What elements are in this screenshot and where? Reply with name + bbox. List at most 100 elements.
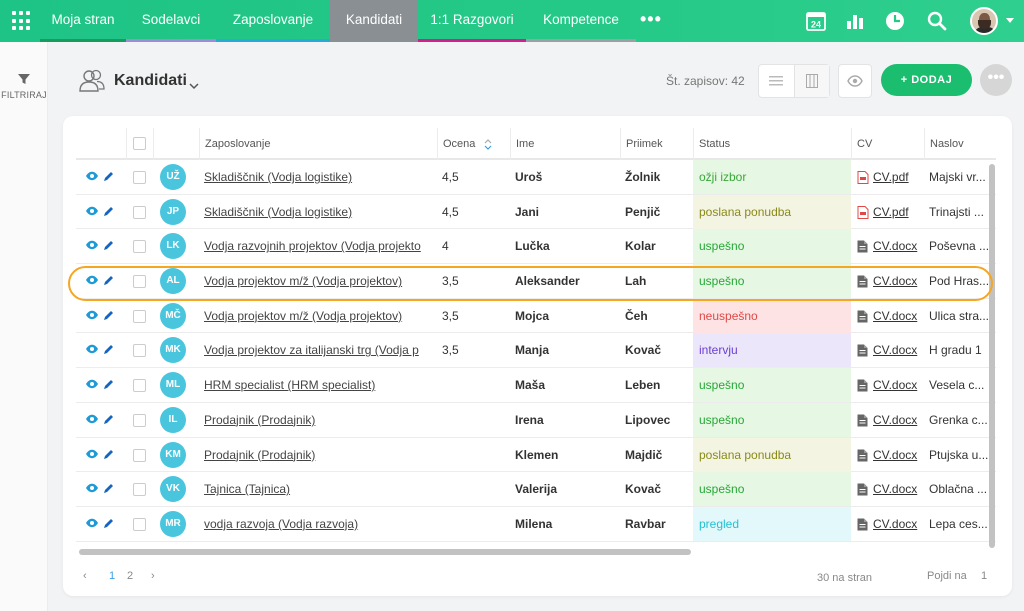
job-link[interactable]: HRM specialist (HRM specialist) (204, 378, 375, 392)
select-all-checkbox[interactable] (133, 137, 146, 150)
per-page-select[interactable]: 30 na stran (817, 572, 872, 584)
status-badge[interactable]: poslana ponudba (693, 437, 851, 472)
next-page-button[interactable]: › (151, 570, 155, 582)
eye-icon[interactable] (85, 483, 99, 493)
table-row[interactable]: VK Tajnica (Tajnica) Valerija Kovač uspešno C… (76, 472, 996, 507)
edit-icon[interactable] (103, 344, 114, 355)
visibility-button[interactable] (838, 64, 872, 98)
job-link[interactable]: Prodajnik (Prodajnik) (204, 448, 315, 462)
eye-icon[interactable] (85, 206, 99, 216)
edit-icon[interactable] (103, 483, 114, 494)
column-header-address[interactable]: Naslov (924, 128, 996, 160)
cv-link[interactable]: CV.docx (851, 299, 924, 333)
edit-icon[interactable] (103, 414, 114, 425)
cv-link[interactable]: CV.docx (851, 229, 924, 263)
edit-icon[interactable] (103, 379, 114, 390)
row-checkbox[interactable] (133, 379, 146, 393)
bar-chart-icon[interactable] (844, 10, 866, 32)
job-link[interactable]: Vodja projektov za italijanski trg (Vodj… (204, 343, 419, 357)
page-1-button[interactable]: 1 (109, 570, 115, 582)
row-checkbox[interactable] (133, 240, 146, 254)
table-row[interactable]: JP Skladiščnik (Vodja logistike) 4,5 Jani Pe… (76, 194, 996, 230)
apps-grid-icon[interactable] (12, 11, 32, 31)
table-row[interactable]: IL Prodajnik (Prodajnik) Irena Lipovec uspeš… (76, 402, 996, 438)
row-checkbox[interactable] (133, 171, 146, 184)
table-row[interactable]: UŽ Skladiščnik (Vodja logistike) 4,5 Uroš Žo… (76, 160, 996, 195)
row-checkbox[interactable] (133, 517, 146, 531)
edit-icon[interactable] (103, 449, 114, 460)
row-checkbox[interactable] (133, 205, 146, 219)
column-header-last-name[interactable]: Priimek (620, 128, 693, 160)
clock-icon[interactable] (884, 10, 906, 32)
status-badge[interactable]: neuspešno (693, 298, 851, 333)
job-link[interactable]: Prodajnik (Prodajnik) (204, 413, 315, 427)
job-link[interactable]: Vodja projektov m/ž (Vodja projektov) (204, 309, 402, 323)
chevron-down-icon[interactable] (189, 77, 199, 95)
more-options-button[interactable]: ••• (980, 64, 1012, 96)
edit-icon[interactable] (103, 171, 114, 182)
cv-link[interactable]: CV.docx (851, 507, 924, 541)
status-badge[interactable]: uspešno (693, 229, 851, 264)
eye-icon[interactable] (85, 414, 99, 424)
cv-link[interactable]: CV.docx (851, 472, 924, 506)
job-link[interactable]: Tajnica (Tajnica) (204, 482, 290, 496)
chevron-down-icon[interactable] (1006, 18, 1014, 23)
nav-tab-kompetence[interactable]: Kompetence (526, 0, 636, 42)
cv-link[interactable]: CV.docx (851, 333, 924, 367)
job-link[interactable]: Vodja razvojnih projektov (Vodja projekt… (204, 239, 421, 253)
edit-icon[interactable] (103, 518, 114, 529)
user-avatar[interactable] (970, 7, 998, 35)
filter-button[interactable]: FILTRIRAJ (0, 72, 48, 100)
table-row[interactable]: AL Vodja projektov m/ž (Vodja projektov) 3… (76, 264, 996, 299)
row-checkbox[interactable] (133, 483, 146, 497)
eye-icon[interactable] (85, 310, 99, 320)
status-badge[interactable]: uspešno (693, 402, 851, 437)
edit-icon[interactable] (103, 275, 114, 286)
row-checkbox[interactable] (133, 413, 146, 427)
status-badge[interactable]: uspešno (693, 472, 851, 507)
nav-tab-razgovori[interactable]: 1:1 Razgovori (418, 0, 526, 42)
status-badge[interactable]: pregled (693, 506, 851, 541)
edit-icon[interactable] (103, 310, 114, 321)
cv-link[interactable]: CV.pdf (851, 195, 924, 229)
eye-icon[interactable] (85, 518, 99, 528)
eye-icon[interactable] (85, 240, 99, 250)
status-badge[interactable]: uspešno (693, 368, 851, 403)
table-row[interactable]: KM Prodajnik (Prodajnik) Klemen Majdič posla… (76, 437, 996, 473)
eye-icon[interactable] (85, 171, 99, 181)
nav-tab-zaposlovanje[interactable]: Zaposlovanje (216, 0, 330, 42)
job-link[interactable]: vodja razvoja (Vodja razvoja) (204, 517, 358, 531)
column-header-first-name[interactable]: Ime (510, 128, 620, 160)
column-header-job[interactable]: Zaposlovanje (199, 128, 437, 160)
goto-page-input[interactable]: 1 (981, 570, 987, 582)
column-header-rating[interactable]: Ocena (437, 128, 510, 160)
search-icon[interactable] (926, 10, 948, 32)
status-badge[interactable]: uspešno (693, 264, 851, 299)
status-badge[interactable]: poslana ponudba (693, 194, 851, 229)
column-header-cv[interactable]: CV (851, 128, 924, 160)
job-link[interactable]: Vodja projektov m/ž (Vodja projektov) (204, 274, 402, 288)
status-badge[interactable]: intervju (693, 333, 851, 368)
nav-tab-moja-stran[interactable]: Moja stran (40, 0, 126, 42)
eye-icon[interactable] (85, 449, 99, 459)
cv-link[interactable]: CV.pdf (851, 160, 924, 194)
row-checkbox[interactable] (133, 448, 146, 462)
table-row[interactable]: MČ Vodja projektov m/ž (Vodja projektov) 3… (76, 298, 996, 334)
edit-icon[interactable] (103, 206, 114, 217)
table-row[interactable]: ML HRM specialist (HRM specialist) Maša Leb… (76, 368, 996, 403)
list-view-button[interactable] (759, 65, 794, 97)
page-title[interactable]: Kandidati (114, 72, 187, 90)
nav-tab-kandidati[interactable]: Kandidati (330, 0, 418, 42)
nav-more-button[interactable]: ••• (640, 0, 662, 42)
cv-link[interactable]: CV.docx (851, 368, 924, 402)
calendar-icon[interactable]: 24 (805, 10, 827, 32)
table-row[interactable]: LK Vodja razvojnih projektov (Vodja proje… (76, 229, 996, 265)
vertical-scrollbar[interactable] (989, 164, 995, 548)
table-row[interactable]: MK Vodja projektov za italijanski trg (Vo… (76, 333, 996, 369)
horizontal-scrollbar[interactable] (79, 549, 691, 555)
column-view-button[interactable] (793, 65, 829, 97)
edit-icon[interactable] (103, 240, 114, 251)
job-link[interactable]: Skladiščnik (Vodja logistike) (204, 170, 352, 184)
cv-link[interactable]: CV.docx (851, 438, 924, 472)
nav-tab-sodelavci[interactable]: Sodelavci (126, 0, 216, 42)
